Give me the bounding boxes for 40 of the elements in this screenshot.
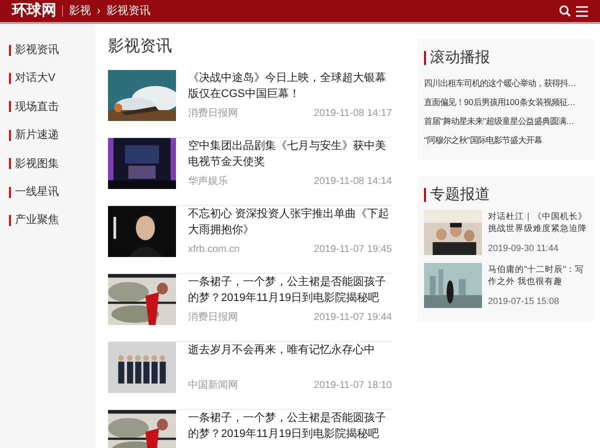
article-title[interactable]: 一条裙子，一个梦，公主裙是否能圆孩子的梦？2019年11月19日到电影院揭秘吧 xyxy=(188,274,392,306)
article-title[interactable]: 逝去岁月不会再来，唯有记忆永存心中 xyxy=(188,342,392,358)
breadcrumb-link[interactable]: 影视 xyxy=(68,2,91,20)
topic-title[interactable]: 对话杜江｜《中国机长》挑战世界级难度紧急迫降 xyxy=(488,210,588,234)
ticker-item[interactable]: 直面偏见！90后男孩用100条女装视频征… xyxy=(424,92,576,112)
article-time: 2019-11-08 14:17 xyxy=(314,107,392,121)
sidebar-item[interactable]: 产业聚焦 xyxy=(15,212,59,229)
sidebar-item[interactable]: 对话大V xyxy=(15,70,56,87)
panel-title: 滚动播报 xyxy=(430,48,490,68)
sidebar-item[interactable]: 新片速递 xyxy=(15,127,59,144)
section-title: 影视资讯 xyxy=(108,36,173,57)
ticker-item[interactable]: 首届"舞动星未来"超级童星公益盛典圆满… xyxy=(424,112,574,130)
sidebar-item[interactable]: 一线星讯 xyxy=(15,184,59,200)
breadcrumb-separator: › xyxy=(96,4,101,19)
article-source: 华声娱乐 xyxy=(188,174,228,189)
sidebar-item[interactable]: 现场直击 xyxy=(15,98,59,116)
article-source: 消费日报网 xyxy=(188,106,238,121)
topic-title[interactable]: 马伯庸的"十二时辰"：写作之外 我也很有趣 xyxy=(488,263,588,287)
article-title[interactable]: 不忘初心 资深投资人张宇推出单曲《下起大雨拥抱你》 xyxy=(188,206,392,238)
article-title[interactable]: 《决战中途岛》今日上映，全球超大银幕版仅在CGS中国巨幕！ xyxy=(188,70,392,102)
panel-title: 专题报道 xyxy=(430,184,490,204)
article-time: 2019-11-07 19:44 xyxy=(314,311,392,325)
breadcrumb-link[interactable]: 影视资讯 xyxy=(106,2,151,20)
sidebar-item[interactable]: 影视图集 xyxy=(15,156,59,172)
ticker-item[interactable]: 四川出租车司机的这个暖心举动，获得抖… xyxy=(424,74,576,92)
article-source: 中国新闻网 xyxy=(188,378,238,393)
topic-time: 2019-07-15 15:08 xyxy=(488,294,560,308)
search-icon[interactable] xyxy=(559,5,571,17)
article-source: xfrb.com.cn xyxy=(188,243,240,257)
article-title[interactable]: 空中集团出品剧集《七月与安生》获中美电视节金天使奖 xyxy=(188,138,392,170)
site-logo[interactable]: 环球网 xyxy=(12,0,56,22)
article-title[interactable]: 一条裙子，一个梦，公主裙是否能圆孩子的梦？2019年11月19日到电影院揭秘吧 xyxy=(188,410,392,442)
article-source: 消费日报网 xyxy=(188,310,238,325)
topic-time: 2019-09-30 11:44 xyxy=(488,242,560,254)
article-time: 2019-11-07 18:10 xyxy=(314,379,392,393)
article-time: 2019-11-07 19:45 xyxy=(314,243,392,257)
sidebar-item[interactable]: 影视资讯 xyxy=(15,42,59,58)
article-time: 2019-11-08 14:14 xyxy=(314,175,392,189)
menu-icon[interactable] xyxy=(576,6,588,16)
ticker-item[interactable]: "阿穆尔之秋"国际电影节盛大开幕 xyxy=(424,130,542,150)
